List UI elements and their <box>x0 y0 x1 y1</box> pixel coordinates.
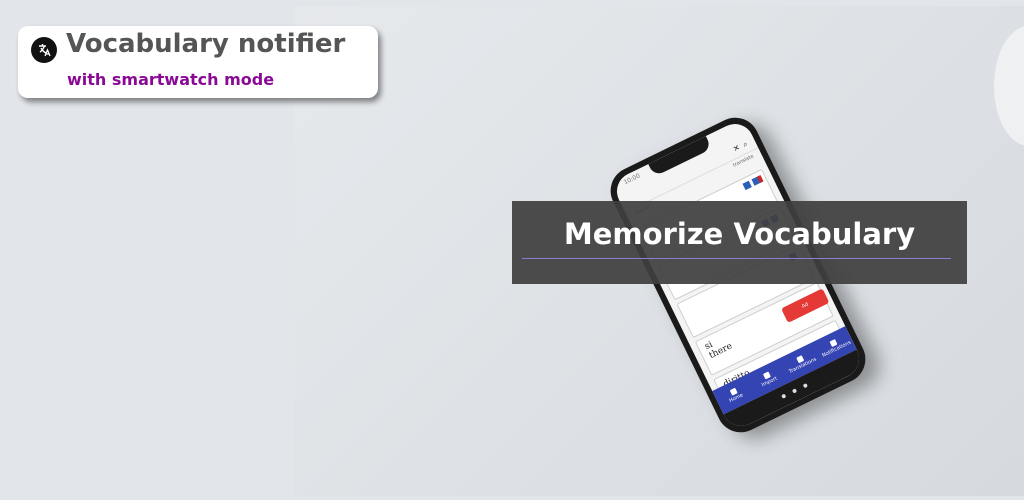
status-time: 10:00 <box>622 172 642 187</box>
add-button-label: Ad <box>800 301 810 310</box>
app-title: Vocabulary notifier <box>66 29 346 59</box>
headline-text: Memorize Vocabulary <box>563 217 916 251</box>
app-subtitle: with smartwatch mode <box>67 70 275 89</box>
system-dot-icon <box>791 388 798 394</box>
headline-divider <box>522 258 951 259</box>
background-object <box>994 26 1024 146</box>
headline-banner: Memorize Vocabulary <box>512 201 967 284</box>
system-dot-icon <box>802 383 809 389</box>
system-dot-icon <box>781 393 787 399</box>
search-icon[interactable]: ⌕ <box>741 139 749 150</box>
translate-logo-icon <box>31 37 57 63</box>
translate-icon[interactable] <box>742 180 752 191</box>
nav-import-label: Import <box>760 375 779 388</box>
close-icon[interactable]: ✕ <box>732 143 742 154</box>
app-title-card: Vocabulary notifier with smartwatch mode <box>18 26 378 98</box>
